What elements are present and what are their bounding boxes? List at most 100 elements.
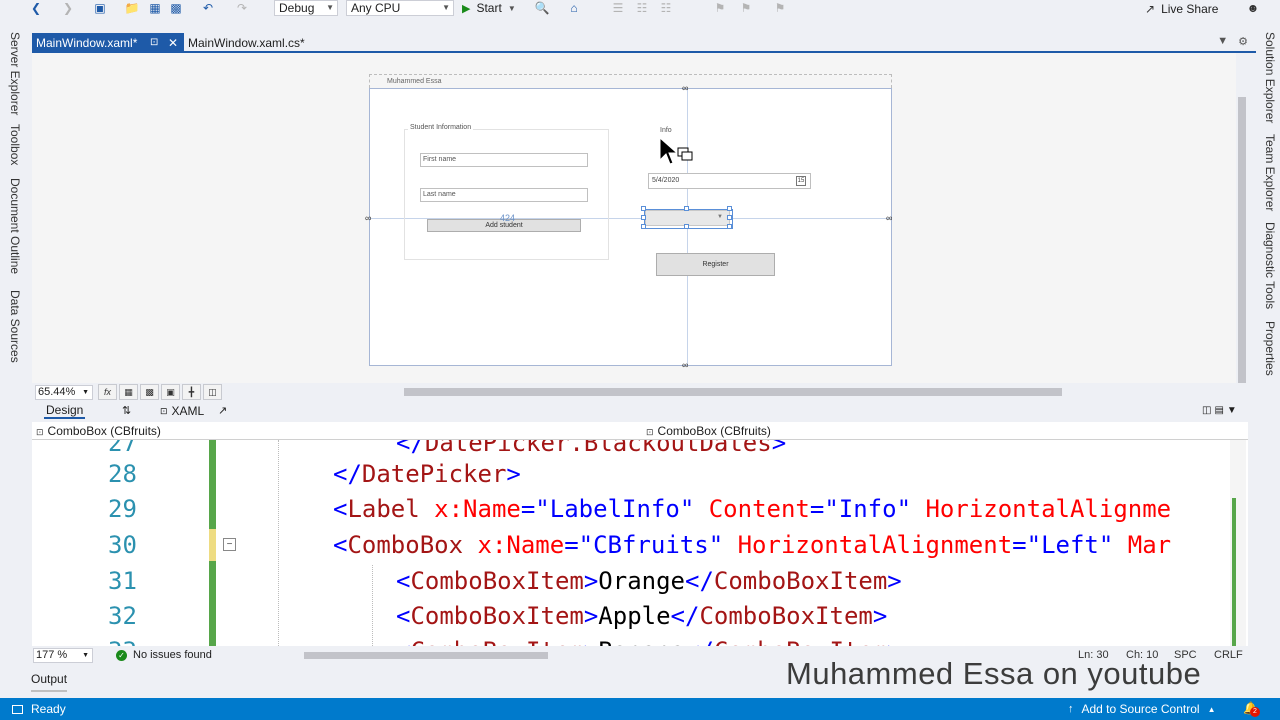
next-bookmark-icon[interactable]: ⚑ [772, 0, 788, 16]
browser-link-icon[interactable]: ⌂ [566, 0, 582, 16]
undo-icon[interactable]: ↶ [200, 0, 216, 16]
toolbox-tab[interactable]: Toolbox [8, 124, 22, 165]
data-sources-tab[interactable]: Data Sources [8, 290, 22, 363]
artboard-icon[interactable]: ▣ [161, 384, 180, 400]
new-project-icon[interactable]: ▣ [92, 0, 108, 16]
grid-icon[interactable]: ▦ [119, 384, 138, 400]
tab-list-icon[interactable]: ▼ [1217, 35, 1228, 48]
diagnostic-tools-tab[interactable]: Diagnostic Tools [1263, 222, 1277, 309]
tab-overflow-controls: ▼ ⚙ [1217, 35, 1248, 48]
anchor-left-icon[interactable]: ∞ [365, 213, 371, 223]
scroll-thumb[interactable] [404, 388, 1062, 396]
resize-handle-se[interactable] [727, 224, 732, 229]
designer-zoom-select[interactable]: 65.44% ▼ [35, 385, 93, 400]
tab-mainwindow-xaml[interactable]: MainWindow.xaml* ⊡ ✕ [32, 33, 184, 53]
configuration-select[interactable]: Debug ▼ [274, 0, 338, 16]
designer-horizontal-scrollbar[interactable] [248, 387, 1228, 397]
code-token: > [887, 637, 901, 646]
code-token: Label [347, 495, 420, 523]
resize-handle-e[interactable] [727, 215, 732, 220]
resize-handle-ne[interactable] [727, 206, 732, 211]
snap-grid-icon[interactable]: ▩ [140, 384, 159, 400]
comment-icon[interactable]: ☷ [634, 0, 650, 16]
uncomment-icon[interactable]: ☷ [658, 0, 674, 16]
align-icon[interactable]: ☰ [610, 0, 626, 16]
code-token: " [896, 495, 912, 523]
issues-indicator[interactable]: ✓ No issues found [116, 648, 212, 662]
feedback-icon[interactable]: ☻ [1245, 0, 1261, 16]
close-icon[interactable]: ✕ [168, 33, 178, 53]
server-explorer-tab[interactable]: Server Explorer [8, 32, 22, 115]
navigate-back-icon[interactable]: ❮ [28, 0, 44, 16]
document-outline-tab[interactable]: Document Outline [8, 178, 22, 274]
code-vertical-scrollbar[interactable] [1230, 440, 1246, 648]
add-to-source-control-button[interactable]: ↑ Add to Source Control ▲ [1068, 702, 1216, 716]
anchor-top-icon[interactable]: ∞ [682, 83, 688, 93]
platform-select[interactable]: Any CPU ▼ [346, 0, 454, 16]
prev-bookmark-icon[interactable]: ⚑ [738, 0, 754, 16]
team-explorer-tab[interactable]: Team Explorer [1263, 134, 1277, 211]
gear-icon[interactable]: ⚙ [1238, 35, 1248, 48]
notifications-button[interactable]: 🔔 2 [1243, 701, 1260, 717]
ready-status: Ready [12, 702, 66, 716]
start-button[interactable]: ▶ Start ▼ [462, 0, 516, 16]
save-icon[interactable]: ▦ [147, 0, 163, 16]
resize-handle-w[interactable] [641, 215, 646, 220]
hot-reload-icon[interactable]: 🔍 [534, 0, 550, 16]
code-line[interactable]: 33<ComboBoxItem>Banana</ComboBoxItem> [32, 634, 1232, 646]
info-label[interactable]: Info [660, 127, 672, 134]
document-tab-strip: MainWindow.xaml* ⊡ ✕ MainWindow.xaml.cs*… [32, 33, 1256, 53]
register-button[interactable]: Register [656, 253, 775, 276]
tab-mainwindow-xaml-cs[interactable]: MainWindow.xaml.cs* [184, 33, 314, 53]
code-text: <Label x:Name="LabelInfo" Content="Info"… [333, 492, 1171, 526]
calendar-icon[interactable]: 15 [796, 176, 806, 186]
code-token: ComboBoxItem [699, 602, 873, 630]
code-token: < [396, 567, 411, 595]
code-line[interactable]: 28 </DatePicker> [32, 457, 1232, 491]
code-token: ComboBoxItem [410, 637, 583, 646]
properties-tab[interactable]: Properties [1263, 321, 1277, 376]
resize-handle-nw[interactable] [641, 206, 646, 211]
designer-vertical-scrollbar[interactable] [1236, 53, 1248, 387]
scroll-thumb[interactable] [1238, 97, 1246, 387]
pin-icon[interactable]: ⊡ [150, 33, 158, 53]
resize-handle-n[interactable] [684, 206, 689, 211]
layout-rounding-icon[interactable]: ◫ [203, 384, 222, 400]
breadcrumb-right[interactable]: ⊡ ComboBox (CBfruits) [646, 424, 771, 438]
solution-explorer-tab[interactable]: Solution Explorer [1263, 32, 1277, 123]
open-folder-icon[interactable]: 📁 [124, 0, 140, 16]
line-ending-mode[interactable]: CRLF [1214, 648, 1243, 662]
anchor-bottom-icon[interactable]: ∞ [682, 360, 688, 370]
editor-zoom-select[interactable]: 177 % ▼ [33, 648, 93, 663]
snap-lines-icon[interactable]: ╋ [182, 384, 201, 400]
live-share-button[interactable]: ↗ Live Share [1145, 0, 1218, 17]
bookmark-icon[interactable]: ⚑ [712, 0, 728, 16]
first-name-textbox[interactable]: First name [420, 153, 588, 167]
scroll-thumb[interactable] [304, 652, 548, 659]
navigate-forward-icon[interactable]: ❯ [60, 0, 76, 16]
breadcrumb-left[interactable]: ⊡ ComboBox (CBfruits) [36, 424, 161, 438]
popout-icon[interactable]: ↗ [218, 403, 227, 419]
tab-xaml[interactable]: ⊡ XAML [160, 403, 204, 419]
code-line[interactable]: 31 <ComboBoxItem>Orange</ComboBoxItem> [32, 564, 1232, 598]
main-toolbar: ❮ ❯ ▣ 📁 ▦ ▩ ↶ ↷ Debug ▼ Any CPU ▼ ▶ Star… [0, 0, 1280, 18]
redo-icon[interactable]: ↷ [234, 0, 250, 16]
code-line[interactable]: 32 <ComboBoxItem>Apple</ComboBoxItem> [32, 599, 1232, 633]
resize-handle-s[interactable] [684, 224, 689, 229]
tab-design[interactable]: Design [44, 403, 86, 419]
effects-icon[interactable]: fx [98, 384, 117, 400]
anchor-right-icon[interactable]: ∞ [886, 213, 892, 223]
swap-panes-icon[interactable]: ⇅ [122, 403, 131, 419]
resize-handle-sw[interactable] [641, 224, 646, 229]
save-all-icon[interactable]: ▩ [168, 0, 184, 16]
pane-layout-icons[interactable]: ◫▤▼ [1202, 403, 1240, 419]
design-window-title[interactable]: Muhammed Essa [369, 74, 892, 88]
last-name-textbox[interactable]: Last name [420, 188, 588, 202]
tab-xaml-label: XAML [171, 404, 205, 418]
code-line[interactable]: 30 <ComboBox x:Name="CBfruits" Horizontal… [32, 528, 1232, 562]
tab-output[interactable]: Output [31, 672, 68, 692]
code-line[interactable]: 29 <Label x:Name="LabelInfo" Content="Inf… [32, 492, 1232, 526]
xaml-code-editor[interactable]: − 27 </DatePicker.BlackoutDates> 28 </DateP… [32, 440, 1248, 646]
date-picker[interactable]: 5/4/2020 15 [648, 173, 811, 189]
code-token: HorizontalAlignme [925, 495, 1172, 523]
